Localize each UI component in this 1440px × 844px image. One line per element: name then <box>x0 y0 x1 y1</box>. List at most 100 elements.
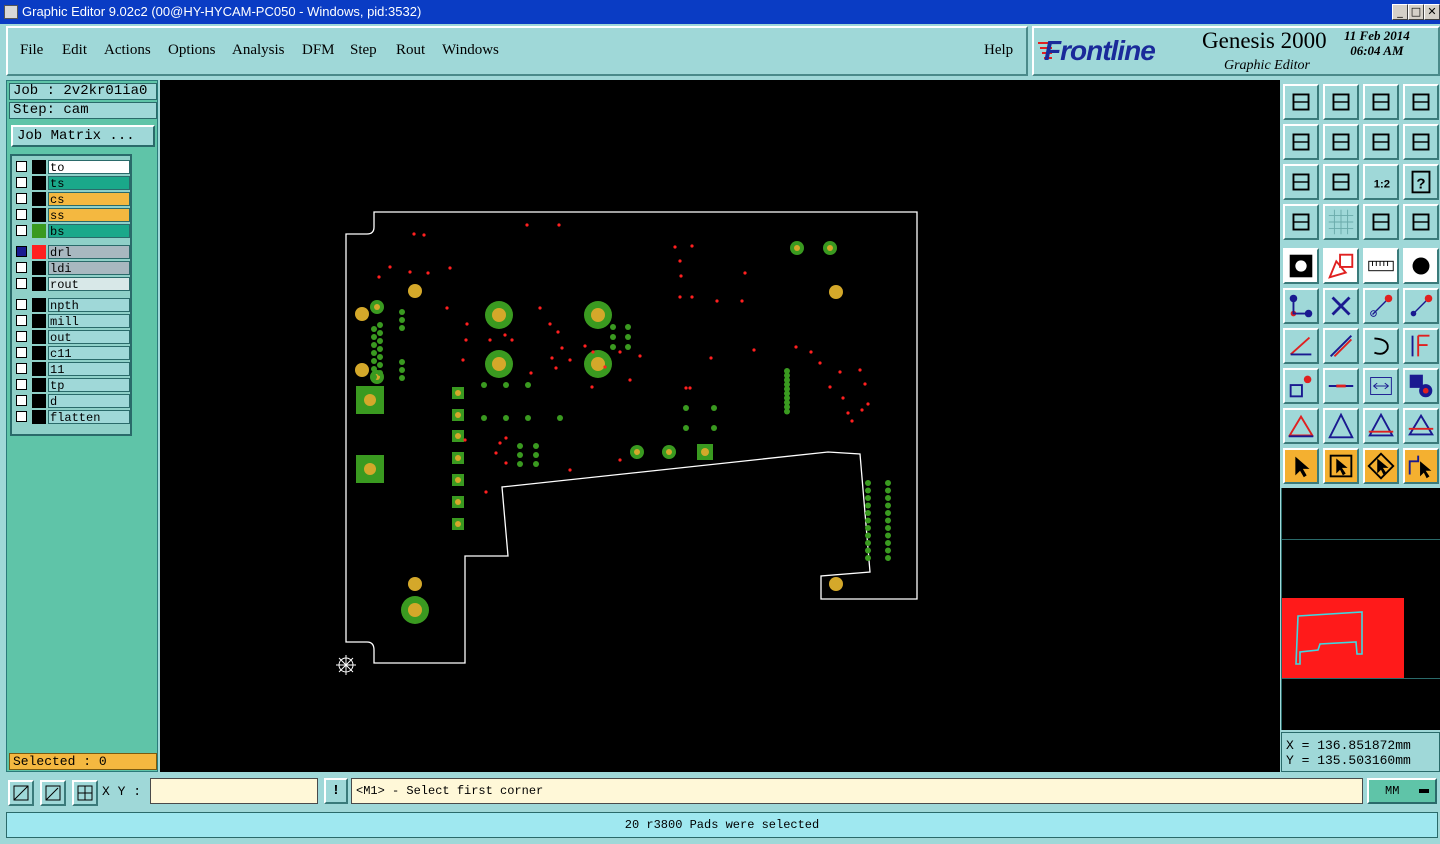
home-view-button[interactable] <box>1363 84 1399 120</box>
layer-name[interactable]: ldi <box>48 261 130 276</box>
line-button[interactable] <box>1323 328 1359 364</box>
graphic-canvas[interactable] <box>160 80 1280 772</box>
layer-checkbox[interactable] <box>16 315 27 326</box>
layer-checkbox[interactable] <box>16 347 27 358</box>
connect-button[interactable] <box>1283 288 1319 324</box>
dimension-button[interactable] <box>1363 368 1399 404</box>
fill-button[interactable] <box>1403 408 1439 444</box>
menu-edit[interactable]: Edit <box>62 42 87 59</box>
snap-center-button[interactable] <box>8 780 34 806</box>
shape-button[interactable] <box>1323 248 1359 284</box>
undo-view-button[interactable] <box>1363 124 1399 160</box>
snap-angle-button[interactable] <box>40 780 66 806</box>
layer-compare-button[interactable] <box>1403 204 1439 240</box>
layer-row-rout[interactable]: rout <box>14 277 130 292</box>
layer-checkbox[interactable] <box>16 262 27 273</box>
layer-row-tp[interactable]: tp <box>14 378 130 393</box>
help-query-button[interactable]: ? <box>1403 164 1439 200</box>
zoom-out-button[interactable] <box>1323 84 1359 120</box>
xy-input[interactable] <box>150 778 318 804</box>
layer-checkbox[interactable] <box>16 278 27 289</box>
arc-button[interactable] <box>1363 328 1399 364</box>
pan-right-button[interactable] <box>1323 124 1359 160</box>
menu-rout[interactable]: Rout <box>396 42 425 59</box>
layer-name[interactable]: ts <box>48 176 130 191</box>
layer-checkbox[interactable] <box>16 379 27 390</box>
layer-row-out[interactable]: out <box>14 330 130 345</box>
layer-row-npth[interactable]: npth <box>14 298 130 313</box>
units-select[interactable]: MM <box>1367 778 1437 804</box>
group-button[interactable] <box>1403 368 1439 404</box>
measure-button[interactable] <box>1283 204 1319 240</box>
triangle-button[interactable] <box>1283 408 1319 444</box>
snap-button[interactable] <box>1363 204 1399 240</box>
select-path-button[interactable] <box>1403 448 1439 484</box>
menu-help[interactable]: Help <box>984 42 1013 59</box>
layer-row-mill[interactable]: mill <box>14 314 130 329</box>
layer-name[interactable]: 11 <box>48 362 130 377</box>
layer-row-ts[interactable]: ts <box>14 176 130 191</box>
warning-button[interactable]: ! <box>324 778 348 804</box>
layer-checkbox[interactable] <box>16 193 27 204</box>
job-matrix-button[interactable]: Job Matrix ... <box>11 125 155 147</box>
layer-checkbox[interactable] <box>16 299 27 310</box>
one-to-one-button[interactable]: 1:2 <box>1363 164 1399 200</box>
angle-line-button[interactable] <box>1283 328 1319 364</box>
layer-checkbox[interactable] <box>16 395 27 406</box>
polygon-button[interactable] <box>1323 408 1359 444</box>
layer-name[interactable]: mill <box>48 314 130 329</box>
layer-name[interactable]: to <box>48 160 130 175</box>
menu-analysis[interactable]: Analysis <box>232 42 285 59</box>
zoom-home-button[interactable] <box>1283 84 1319 120</box>
round-pad-button[interactable] <box>1403 248 1439 284</box>
minimize-button[interactable]: _ <box>1392 4 1408 20</box>
outline-button[interactable] <box>1363 408 1399 444</box>
layer-checkbox[interactable] <box>16 161 27 172</box>
overview-map[interactable] <box>1281 488 1440 730</box>
add-line-button[interactable] <box>1363 288 1399 324</box>
menu-file[interactable]: File <box>20 42 43 59</box>
select-box-button[interactable] <box>1323 448 1359 484</box>
select-pointer-button[interactable] <box>1363 448 1399 484</box>
layer-row-ss[interactable]: ss <box>14 208 130 223</box>
layer-row-11[interactable]: 11 <box>14 362 130 377</box>
layer-checkbox[interactable] <box>16 209 27 220</box>
layer-checkbox[interactable] <box>16 363 27 374</box>
layer-name[interactable]: cs <box>48 192 130 207</box>
layer-row-d[interactable]: d <box>14 394 130 409</box>
delete-node-button[interactable] <box>1323 288 1359 324</box>
close-button[interactable]: ✕ <box>1424 4 1440 20</box>
layer-row-c11[interactable]: c11 <box>14 346 130 361</box>
layer-name[interactable]: d <box>48 394 130 409</box>
layer-name[interactable]: ss <box>48 208 130 223</box>
snap-grid-button[interactable] <box>72 780 98 806</box>
layer-name[interactable]: flatten <box>48 410 130 425</box>
select-arrow-button[interactable] <box>1283 448 1319 484</box>
layer-checkbox[interactable] <box>16 246 27 257</box>
move-node-button[interactable] <box>1403 288 1439 324</box>
layer-row-flatten[interactable]: flatten <box>14 410 130 425</box>
layer-row-cs[interactable]: cs <box>14 192 130 207</box>
layer-name[interactable]: out <box>48 330 130 345</box>
grid-button[interactable] <box>1323 204 1359 240</box>
layer-name[interactable]: rout <box>48 277 130 292</box>
menu-windows[interactable]: Windows <box>442 42 499 59</box>
pan-left-button[interactable] <box>1283 124 1319 160</box>
menu-options[interactable]: Options <box>168 42 216 59</box>
layer-checkbox[interactable] <box>16 411 27 422</box>
pad-button[interactable] <box>1283 248 1319 284</box>
ruler-button[interactable] <box>1363 248 1399 284</box>
layer-row-drl[interactable]: drl <box>14 245 130 260</box>
layer-checkbox[interactable] <box>16 225 27 236</box>
node-button[interactable] <box>1283 368 1319 404</box>
layer-name[interactable]: bs <box>48 224 130 239</box>
cut-line-button[interactable] <box>1323 368 1359 404</box>
layer-checkbox[interactable] <box>16 331 27 342</box>
layer-row-ldi[interactable]: ldi <box>14 261 130 276</box>
layer-name[interactable]: drl <box>48 245 130 260</box>
zoom-window-button[interactable] <box>1403 84 1439 120</box>
fit-profile-button[interactable] <box>1323 164 1359 200</box>
split-button[interactable] <box>1403 328 1439 364</box>
layer-name[interactable]: c11 <box>48 346 130 361</box>
menu-step[interactable]: Step <box>350 42 377 59</box>
